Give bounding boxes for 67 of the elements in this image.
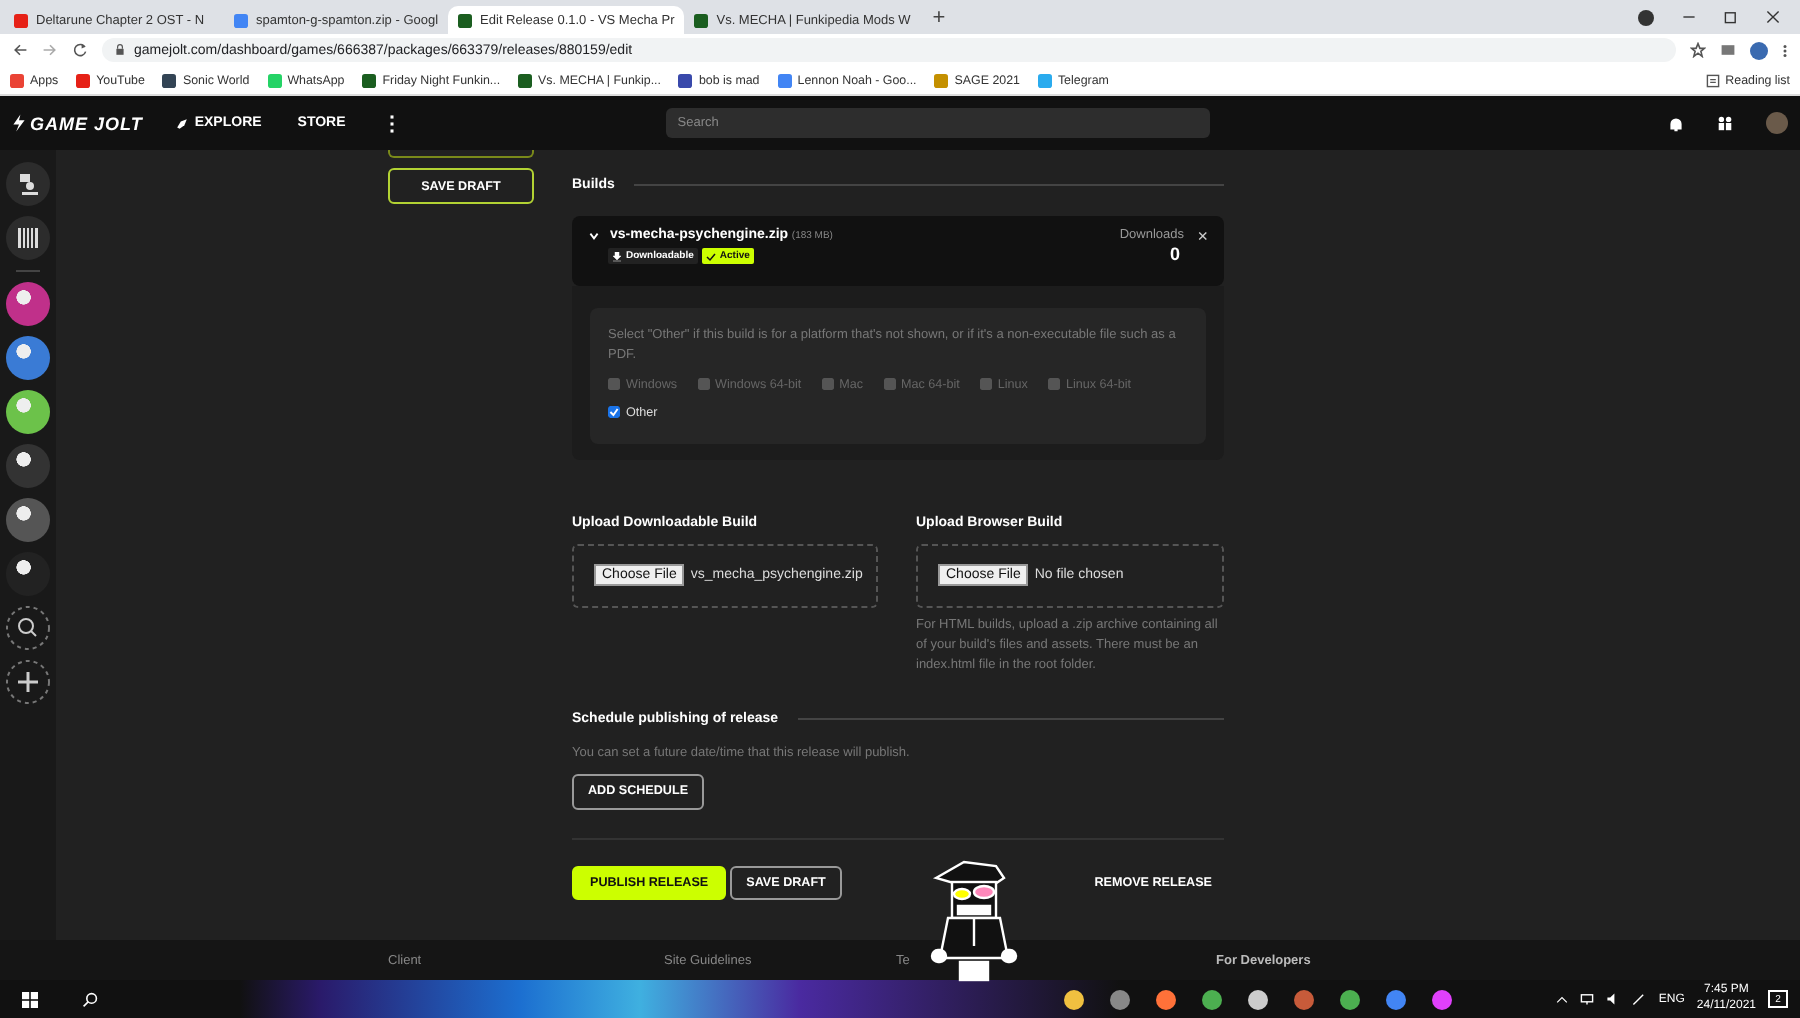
- game-thumbnail[interactable]: [6, 552, 50, 596]
- maximize-icon[interactable]: [1724, 10, 1738, 24]
- download-icon: [612, 251, 622, 261]
- checkbox[interactable]: [1047, 378, 1060, 390]
- plus-icon[interactable]: [6, 660, 50, 704]
- tab-favicon: [694, 13, 709, 27]
- checkbox[interactable]: [697, 378, 710, 390]
- taskbar-app-icon[interactable]: [1339, 989, 1359, 1009]
- taskbar-app-icon[interactable]: [1201, 989, 1221, 1009]
- bookmark-favicon: [518, 73, 533, 87]
- more-menu-button[interactable]: ⋮: [381, 111, 402, 135]
- bookmark-favicon: [934, 73, 949, 87]
- tab-favicon: [14, 13, 28, 27]
- chevron-down-icon[interactable]: [588, 229, 600, 241]
- bookmark-favicon: [678, 73, 693, 87]
- chevron-up-icon[interactable]: [1556, 993, 1569, 1005]
- taskbar-app-icon[interactable]: [1247, 989, 1267, 1009]
- downloads-count: 0: [1169, 244, 1180, 264]
- bookmark-favicon: [10, 73, 24, 87]
- check-icon: [705, 251, 716, 261]
- game-thumbnail[interactable]: [6, 498, 50, 542]
- profile-icon[interactable]: [1638, 9, 1654, 25]
- taskbar-app-icon[interactable]: [1155, 989, 1175, 1009]
- game-thumbnail[interactable]: [6, 282, 50, 326]
- minimize-icon[interactable]: [1682, 10, 1696, 24]
- game-thumbnail[interactable]: [6, 390, 50, 434]
- taskbar-app-icon[interactable]: [1385, 989, 1405, 1009]
- tab-favicon: [234, 13, 248, 27]
- close-icon[interactable]: [1766, 10, 1780, 24]
- checkbox[interactable]: [883, 378, 895, 390]
- rocket-icon: [176, 117, 189, 129]
- avatar-icon[interactable]: [1750, 41, 1768, 59]
- checkbox[interactable]: [821, 378, 834, 390]
- taskbar-app-icon[interactable]: [1431, 989, 1451, 1009]
- lock-icon: [114, 44, 126, 56]
- new-tab-button[interactable]: +: [932, 6, 946, 30]
- remove-build-button[interactable]: ×: [1197, 226, 1208, 246]
- bookmark-favicon: [162, 73, 177, 87]
- cut-off-button[interactable]: [388, 150, 534, 158]
- user-avatar[interactable]: [1766, 112, 1788, 134]
- library-icon[interactable]: [6, 216, 50, 260]
- back-icon[interactable]: [12, 42, 28, 58]
- list-icon: [1705, 73, 1720, 87]
- game-thumbnail[interactable]: [6, 444, 50, 488]
- game-thumbnail[interactable]: [6, 336, 50, 380]
- site-logo[interactable]: GAME JOLT: [12, 113, 143, 133]
- menu-icon[interactable]: [1782, 41, 1788, 59]
- bell-icon[interactable]: [1668, 115, 1684, 131]
- bookmark-favicon: [76, 73, 91, 87]
- friends-icon[interactable]: [1716, 114, 1734, 132]
- lightning-icon: [12, 114, 26, 132]
- checkbox[interactable]: [608, 378, 620, 390]
- network-icon[interactable]: [1580, 992, 1595, 1006]
- taskbar-app-icon[interactable]: [1109, 989, 1129, 1009]
- windows-start-icon[interactable]: [22, 991, 38, 1007]
- bookmark-favicon: [777, 73, 792, 87]
- bookmark-favicon: [362, 73, 377, 87]
- search-icon[interactable]: [82, 991, 98, 1007]
- bookmark-favicon: [1037, 73, 1052, 87]
- tab-favicon: [458, 13, 473, 27]
- checkbox[interactable]: [608, 406, 620, 418]
- checkbox[interactable]: [979, 378, 992, 390]
- star-icon[interactable]: [1690, 42, 1706, 58]
- bookmark-favicon: [267, 73, 282, 87]
- search-icon[interactable]: [6, 606, 50, 650]
- reload-icon[interactable]: [72, 42, 88, 58]
- taskbar-app-icon[interactable]: [1063, 989, 1083, 1009]
